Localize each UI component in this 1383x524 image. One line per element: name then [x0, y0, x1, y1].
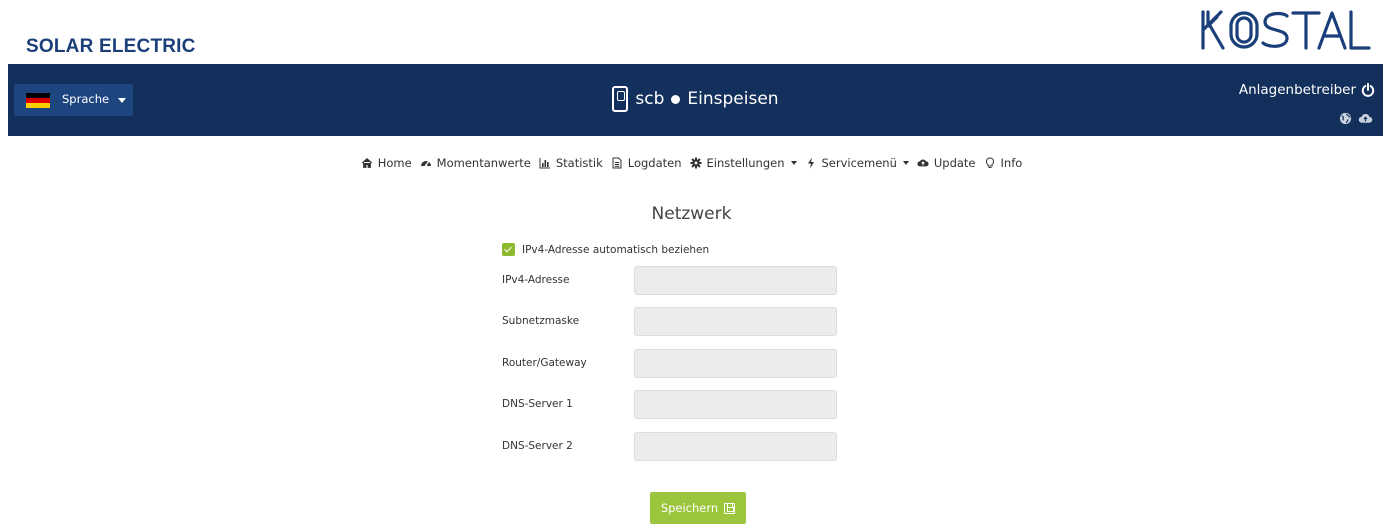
- subnet-input[interactable]: [634, 307, 837, 336]
- lightbulb-icon: [985, 157, 994, 168]
- status-icons: [1339, 112, 1373, 125]
- nav-info[interactable]: Info: [984, 156, 1023, 170]
- floppy-disk-icon: [724, 502, 736, 514]
- device-name: scb: [635, 89, 665, 109]
- chevron-down-icon: [790, 161, 797, 165]
- save-button[interactable]: Speichern: [650, 492, 746, 524]
- nav-servicemenue-label: Servicemenü: [821, 156, 897, 170]
- operator-menu[interactable]: Anlagenbetreiber: [1239, 82, 1375, 98]
- document-icon: [612, 157, 622, 169]
- auto-ip-checkbox-row[interactable]: IPv4-Adresse automatisch beziehen: [502, 243, 709, 256]
- device-status-text: Einspeisen: [687, 89, 779, 109]
- gear-icon: [690, 157, 702, 169]
- brand-title: SOLAR ELECTRIC: [26, 36, 196, 57]
- dns1-input[interactable]: [634, 390, 837, 419]
- nav-servicemenue[interactable]: Servicemenü: [805, 156, 909, 170]
- globe-icon[interactable]: [1339, 112, 1352, 125]
- nav-logdaten-label: Logdaten: [627, 156, 682, 170]
- ipv4-input[interactable]: [634, 266, 837, 295]
- kostal-logo: [1201, 10, 1371, 50]
- nav-einstellungen-label: Einstellungen: [706, 156, 785, 170]
- nav-home[interactable]: Home: [361, 156, 412, 170]
- subnet-label: Subnetzmaske: [502, 315, 580, 327]
- power-icon[interactable]: [1361, 83, 1375, 97]
- nav-momentanwerte[interactable]: Momentanwerte: [420, 156, 531, 170]
- lightning-icon: [807, 157, 814, 169]
- gateway-input[interactable]: [634, 349, 837, 378]
- nav-einstellungen[interactable]: Einstellungen: [690, 156, 797, 170]
- status-dot-icon: [671, 94, 681, 104]
- nav-momentanwerte-label: Momentanwerte: [436, 156, 531, 170]
- nav-home-label: Home: [377, 156, 412, 170]
- save-button-label: Speichern: [660, 501, 719, 515]
- nav-update[interactable]: Update: [917, 156, 976, 170]
- device-status: scb Einspeisen: [8, 86, 1383, 112]
- dns2-input[interactable]: [634, 432, 837, 461]
- nav-update-label: Update: [933, 156, 976, 170]
- bar-chart-icon: [539, 158, 550, 169]
- form-title: Netzwerk: [651, 204, 732, 224]
- cloud-upload-icon[interactable]: [1358, 112, 1373, 125]
- auto-ip-label: IPv4-Adresse automatisch beziehen: [522, 243, 710, 256]
- main-nav: Home Momentanwerte Statistik Logdaten Ei…: [0, 156, 1383, 170]
- nav-info-label: Info: [1000, 156, 1023, 170]
- dns2-label: DNS-Server 2: [502, 440, 573, 452]
- inverter-icon: [612, 86, 629, 112]
- operator-label: Anlagenbetreiber: [1238, 82, 1356, 98]
- nav-logdaten[interactable]: Logdaten: [611, 156, 682, 170]
- header-bar: Sprache scb Einspeisen Anlagenbetreiber: [8, 64, 1383, 136]
- home-icon: [361, 157, 372, 168]
- ipv4-label: IPv4-Adresse: [502, 274, 570, 286]
- dns1-label: DNS-Server 1: [502, 398, 573, 410]
- gateway-label: Router/Gateway: [502, 357, 587, 369]
- dashboard-icon: [420, 161, 431, 167]
- nav-statistik-label: Statistik: [555, 156, 603, 170]
- nav-statistik[interactable]: Statistik: [539, 156, 603, 170]
- chevron-down-icon: [902, 161, 909, 165]
- cloud-upload-icon: [917, 159, 929, 167]
- brand-bar: SOLAR ELECTRIC: [0, 0, 1383, 64]
- auto-ip-checkbox[interactable]: [502, 243, 515, 256]
